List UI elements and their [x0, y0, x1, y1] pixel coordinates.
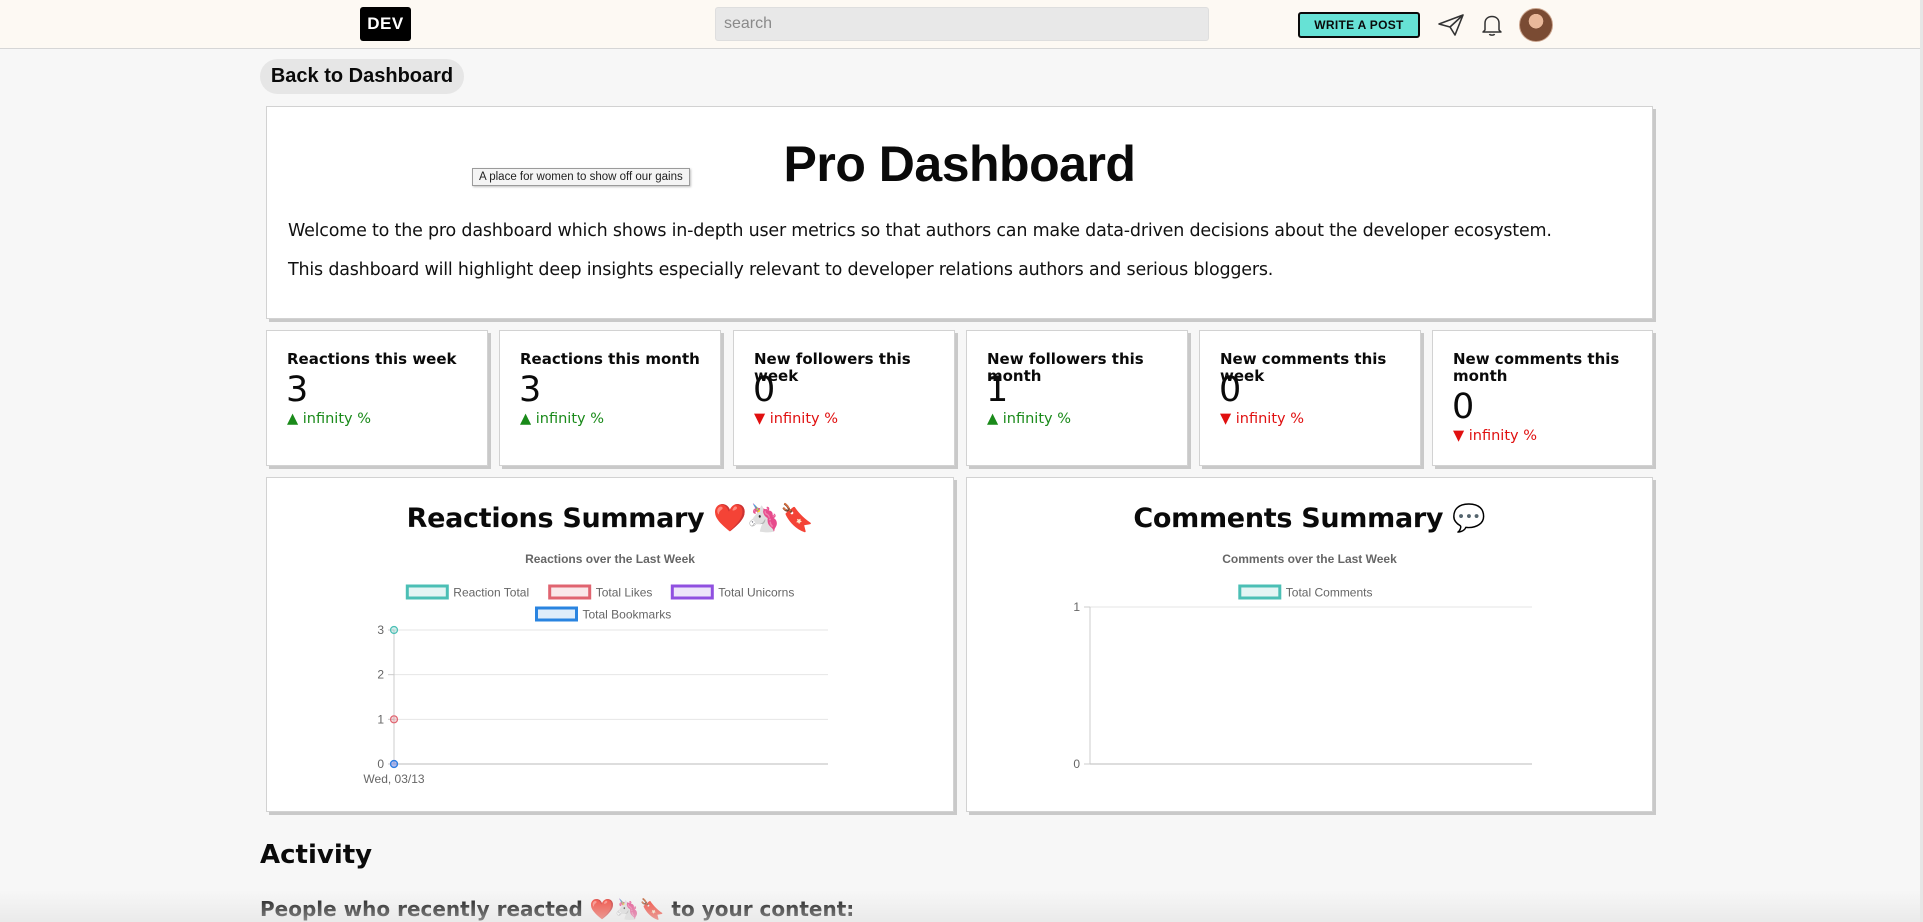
stat-value: 1: [986, 370, 1009, 410]
legend-label: Total Comments: [1286, 586, 1373, 600]
comments-line-chart[interactable]: Total Comments 0 1: [967, 478, 1654, 813]
stat-card: New followers this month 1 ▲ infinity %: [966, 330, 1188, 466]
legend-label: Total Likes: [596, 586, 653, 600]
stat-label: New comments this month: [1453, 350, 1620, 385]
stat-label: New followers this month: [987, 350, 1144, 385]
data-point: [389, 759, 399, 769]
top-nav: DEV WRITE A POST: [0, 0, 1923, 49]
stat-value: 0: [1452, 387, 1475, 427]
stat-change: ▼ infinity %: [1220, 411, 1304, 427]
y-tick-label: 0: [377, 757, 384, 771]
y-tick-label: 0: [1073, 757, 1080, 771]
legend-label: Total Unicorns: [718, 586, 794, 600]
data-point: [389, 625, 399, 635]
activity-subheading: People who recently reacted ❤️🦄🔖 to your…: [260, 897, 855, 921]
legend-swatch: [670, 584, 714, 600]
activity-heading: Activity: [260, 840, 373, 870]
hero-paragraph: Welcome to the pro dashboard which shows…: [288, 221, 1552, 241]
x-tick-label: Wed, 03/13: [363, 772, 424, 786]
y-tick-label: 3: [377, 623, 384, 637]
avatar[interactable]: [1519, 8, 1553, 42]
hero-card: Pro Dashboard A place for women to show …: [266, 106, 1653, 319]
legend-swatch: [405, 584, 449, 600]
comments-chart-card: Comments Summary 💬 Comments over the Las…: [966, 477, 1653, 812]
reactions-chart-card: Reactions Summary ❤️🦄🔖 Reactions over th…: [266, 477, 954, 812]
stat-card: Reactions this week 3 ▲ infinity %: [266, 330, 488, 466]
bell-icon[interactable]: [1477, 10, 1507, 40]
stat-label: New comments this week: [1220, 350, 1387, 385]
data-point: [389, 715, 399, 724]
stat-label: Reactions this month: [520, 350, 700, 368]
stat-change: ▲ infinity %: [987, 411, 1071, 427]
stat-change: ▼ infinity %: [1453, 428, 1537, 444]
stat-card: New followers this week 0 ▼ infinity %: [733, 330, 955, 466]
legend-label: Total Bookmarks: [583, 608, 672, 622]
stat-value: 3: [286, 370, 309, 410]
stat-label: New followers this week: [754, 350, 911, 385]
write-post-button[interactable]: WRITE A POST: [1298, 12, 1420, 38]
reactions-line-chart[interactable]: Reaction Total Total Likes Total Unicorns T…: [267, 478, 955, 813]
stat-card: New comments this month 0 ▼ infinity %: [1432, 330, 1653, 466]
legend-swatch: [535, 606, 578, 622]
stat-value: 0: [753, 370, 776, 410]
legend-swatch: [548, 584, 592, 600]
stat-change: ▲ infinity %: [287, 411, 371, 427]
stat-value: 3: [519, 370, 542, 410]
legend-swatch: [1238, 584, 1282, 600]
legend-label: Reaction Total: [453, 586, 529, 600]
paper-plane-icon[interactable]: [1436, 10, 1466, 40]
hero-paragraph: This dashboard will highlight deep insig…: [288, 260, 1274, 280]
stat-card: Reactions this month 3 ▲ infinity %: [499, 330, 721, 466]
stat-label: Reactions this week: [287, 350, 457, 368]
tooltip: A place for women to show off our gains: [472, 168, 690, 186]
stat-card: New comments this week 0 ▼ infinity %: [1199, 330, 1421, 466]
y-tick-label: 1: [377, 712, 384, 726]
y-tick-label: 1: [1073, 600, 1080, 614]
stat-change: ▼ infinity %: [754, 411, 838, 427]
y-tick-label: 2: [377, 668, 384, 682]
stat-value: 0: [1219, 370, 1242, 410]
dev-logo[interactable]: DEV: [360, 7, 411, 41]
stat-change: ▲ infinity %: [520, 411, 604, 427]
search-input[interactable]: [715, 7, 1209, 41]
back-to-dashboard-button[interactable]: Back to Dashboard: [260, 59, 464, 94]
